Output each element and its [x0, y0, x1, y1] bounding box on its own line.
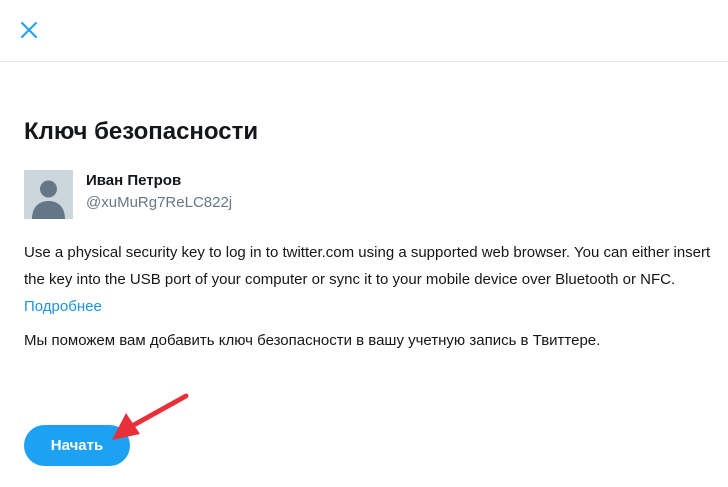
user-info: Иван Петров @xuMuRg7ReLC822j — [24, 170, 232, 219]
helper-text: Мы поможем вам добавить ключ безопасност… — [24, 332, 601, 349]
user-name: Иван Петров — [86, 172, 182, 189]
default-avatar-icon — [24, 170, 73, 219]
top-bar — [0, 0, 728, 62]
close-icon — [21, 22, 37, 38]
security-key-setup-page: Ключ безопасности Иван Петров @xuMuRg7Re… — [0, 0, 728, 487]
learn-more-link[interactable]: Подробнее — [24, 298, 102, 315]
start-button[interactable]: Начать — [24, 425, 130, 466]
avatar — [24, 170, 73, 219]
description-text: Use a physical security key to log in to… — [24, 244, 711, 288]
page-title: Ключ безопасности — [24, 118, 259, 145]
description-paragraph: Use a physical security key to log in to… — [24, 239, 714, 320]
user-text: Иван Петров @xuMuRg7ReLC822j — [86, 171, 232, 213]
close-button[interactable] — [16, 17, 42, 43]
user-handle: @xuMuRg7ReLC822j — [86, 194, 233, 211]
